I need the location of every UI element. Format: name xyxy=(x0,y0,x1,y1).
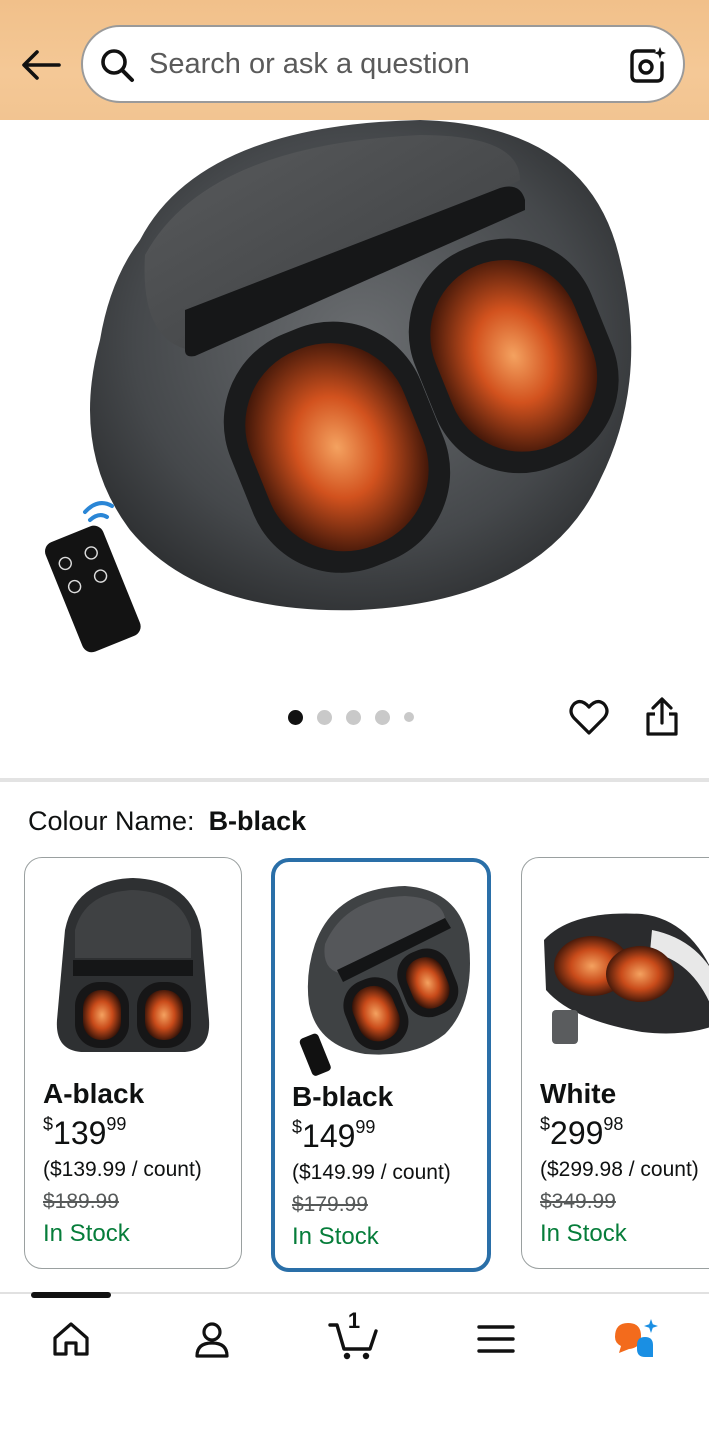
menu-icon xyxy=(477,1325,515,1353)
camera-lens-icon[interactable] xyxy=(625,43,669,87)
header-bar xyxy=(0,0,709,120)
colour-name-value: B-black xyxy=(208,806,307,836)
search-input[interactable] xyxy=(149,27,609,101)
variant-card-b-black[interactable]: B-black $14999 ($149.99 / count) $179.99… xyxy=(271,858,491,1272)
back-button[interactable] xyxy=(18,42,64,88)
price-whole: 149 xyxy=(302,1118,356,1154)
price-whole: 139 xyxy=(53,1115,107,1151)
image-pagination xyxy=(288,709,414,725)
stock-status: In Stock xyxy=(540,1220,627,1247)
pagination-dot[interactable] xyxy=(375,709,390,725)
unit-price: ($299.98 / count) xyxy=(540,1158,699,1181)
variant-thumbnail xyxy=(532,870,709,1080)
unit-price: ($139.99 / count) xyxy=(43,1158,202,1181)
price-whole: 299 xyxy=(550,1115,604,1151)
nav-account[interactable] xyxy=(182,1314,242,1364)
product-image[interactable] xyxy=(0,120,709,680)
list-price: $349.99 xyxy=(540,1190,616,1213)
nav-cart[interactable]: 1 xyxy=(324,1308,384,1364)
cart-count-badge: 1 xyxy=(347,1308,361,1333)
nav-menu[interactable] xyxy=(466,1314,526,1364)
arrow-left-icon xyxy=(22,50,61,80)
pagination-dot[interactable] xyxy=(346,709,361,725)
search-icon xyxy=(97,45,137,85)
variant-card-white[interactable]: White $29998 ($299.98 / count) $349.99 I… xyxy=(521,857,709,1269)
active-tab-indicator xyxy=(31,1292,111,1298)
pagination-dot[interactable] xyxy=(317,709,332,725)
price-symbol: $ xyxy=(43,1114,54,1134)
list-price: $189.99 xyxy=(43,1190,119,1213)
share-button[interactable] xyxy=(639,694,685,740)
nav-rufus-assistant[interactable] xyxy=(606,1314,666,1364)
variant-thumbnail xyxy=(35,870,231,1080)
variant-price: $29998 xyxy=(540,1114,623,1152)
unit-price: ($149.99 / count) xyxy=(292,1161,451,1184)
rufus-assistant-icon xyxy=(615,1319,658,1357)
price-fraction: 99 xyxy=(355,1117,376,1137)
share-icon xyxy=(646,697,678,736)
account-icon xyxy=(195,1322,229,1358)
variant-price: $13999 xyxy=(43,1114,126,1152)
wishlist-button[interactable] xyxy=(566,694,612,740)
price-fraction: 99 xyxy=(106,1114,127,1134)
list-price: $179.99 xyxy=(292,1193,368,1216)
variant-name: B-black xyxy=(292,1081,394,1112)
variant-name: White xyxy=(540,1078,617,1109)
stock-status: In Stock xyxy=(43,1220,130,1247)
nav-home[interactable] xyxy=(41,1314,101,1364)
variant-thumbnail xyxy=(285,874,481,1084)
home-icon xyxy=(53,1322,89,1356)
heart-icon xyxy=(569,700,609,735)
price-symbol: $ xyxy=(292,1117,303,1137)
search-box[interactable] xyxy=(81,25,685,103)
variant-card-a-black[interactable]: A-black $13999 ($139.99 / count) $189.99… xyxy=(24,857,242,1269)
price-fraction: 98 xyxy=(603,1114,624,1134)
pagination-dot[interactable] xyxy=(288,709,303,725)
pagination-dot[interactable] xyxy=(404,712,414,722)
variant-price: $14999 xyxy=(292,1117,375,1155)
bottom-nav: 1 xyxy=(0,1292,709,1440)
colour-name-label: Colour Name: xyxy=(28,806,195,836)
variant-name: A-black xyxy=(43,1078,145,1109)
price-symbol: $ xyxy=(540,1114,551,1134)
stock-status: In Stock xyxy=(292,1223,379,1250)
colour-name-row: Colour Name: B-black xyxy=(28,806,306,837)
section-divider xyxy=(0,778,709,782)
